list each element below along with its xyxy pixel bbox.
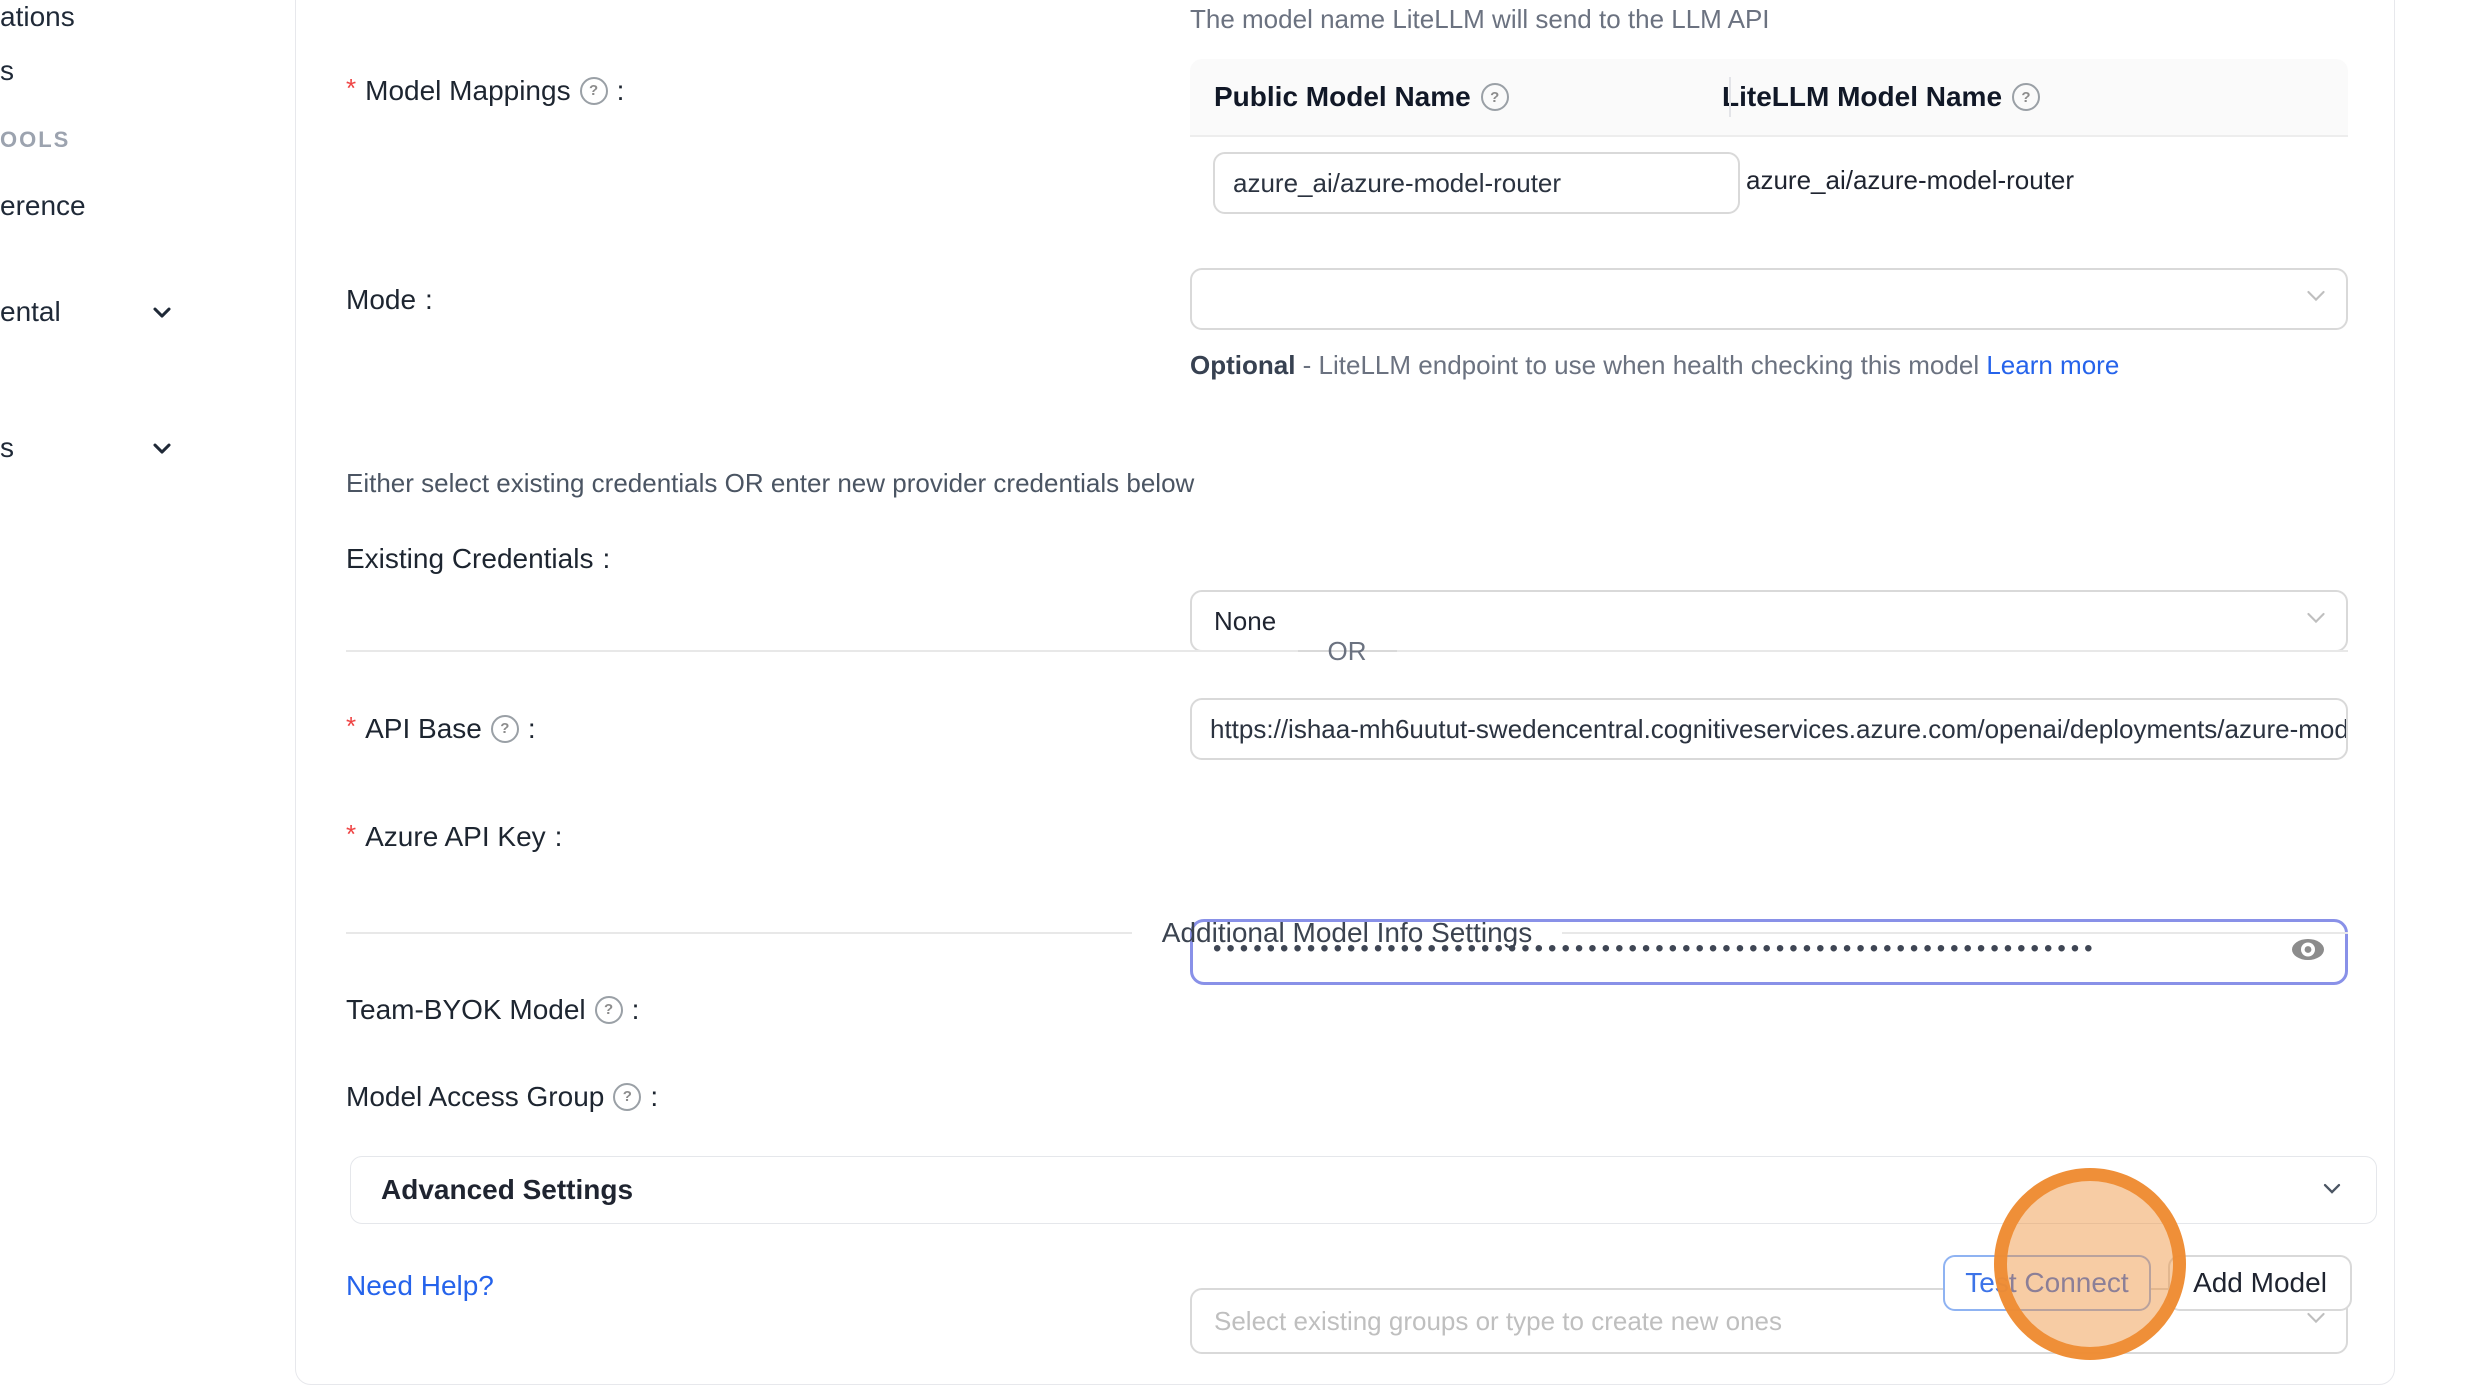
model-name-hint: The model name LiteLLM will send to the …: [1190, 2, 1770, 36]
chevron-down-icon: [148, 298, 176, 331]
help-icon[interactable]: ?: [491, 715, 519, 743]
help-icon[interactable]: ?: [595, 996, 623, 1024]
public-model-name-input[interactable]: azure_ai/azure-model-router: [1213, 152, 1740, 214]
column-divider: [1729, 77, 1731, 117]
api-base-input[interactable]: https://ishaa-mh6uutut-swedencentral.cog…: [1190, 698, 2348, 760]
or-divider: OR: [346, 634, 2348, 668]
sidebar-item-settings[interactable]: s: [0, 431, 14, 465]
add-model-button[interactable]: Add Model: [2168, 1255, 2352, 1311]
model-mappings-label: * Model Mappings ? :: [346, 74, 624, 108]
table-header: Public Model Name ? LiteLLM Model Name ?: [1190, 59, 2348, 137]
help-icon[interactable]: ?: [613, 1083, 641, 1111]
model-mappings-table: Public Model Name ? LiteLLM Model Name ?…: [1190, 59, 2348, 247]
help-icon[interactable]: ?: [1481, 83, 1509, 111]
sidebar-item-api-reference[interactable]: erence: [0, 189, 86, 223]
table-row: azure_ai/azure-model-router azure_ai/azu…: [1190, 137, 2348, 247]
need-help-link[interactable]: Need Help?: [346, 1270, 494, 1302]
mode-select[interactable]: [1190, 268, 2348, 330]
team-byok-label: Team-BYOK Model ? :: [346, 993, 639, 1027]
litellm-model-name-header: LiteLLM Model Name ?: [1705, 81, 2040, 113]
model-access-group-label: Model Access Group ? :: [346, 1080, 658, 1114]
sidebar-item-experimental[interactable]: ental: [0, 295, 61, 329]
chevron-down-icon: [2318, 1174, 2346, 1207]
sidebar-item-users[interactable]: s: [0, 54, 14, 88]
sidebar: ations s OOLS erence ental s: [0, 0, 262, 1385]
sidebar-item-organizations[interactable]: ations: [0, 0, 75, 34]
sidebar-section-tools: OOLS: [0, 126, 70, 154]
required-asterisk: *: [346, 817, 356, 851]
mode-label: Mode :: [346, 283, 433, 317]
existing-credentials-label: Existing Credentials :: [346, 542, 610, 576]
advanced-settings-header[interactable]: Advanced Settings: [350, 1156, 2377, 1224]
credentials-note: Either select existing credentials OR en…: [346, 466, 1194, 500]
api-base-label: * API Base ? :: [346, 712, 536, 746]
public-model-name-header: Public Model Name ?: [1190, 81, 1705, 113]
required-asterisk: *: [346, 709, 356, 743]
add-model-page: ations s OOLS erence ental s The model n…: [0, 0, 2477, 1385]
learn-more-link[interactable]: Learn more: [1986, 350, 2119, 380]
help-icon[interactable]: ?: [2012, 83, 2040, 111]
litellm-model-name-value: azure_ai/azure-model-router: [1746, 165, 2074, 196]
required-asterisk: *: [346, 71, 356, 105]
help-icon[interactable]: ?: [580, 77, 608, 105]
azure-api-key-label: * Azure API Key :: [346, 820, 562, 854]
test-connect-button[interactable]: Test Connect: [1943, 1255, 2151, 1311]
chevron-down-icon: [2302, 282, 2330, 317]
mode-helper-text: Optional - LiteLLM endpoint to use when …: [1190, 345, 2335, 385]
additional-info-divider: Additional Model Info Settings: [346, 916, 2348, 950]
chevron-down-icon: [148, 434, 176, 467]
